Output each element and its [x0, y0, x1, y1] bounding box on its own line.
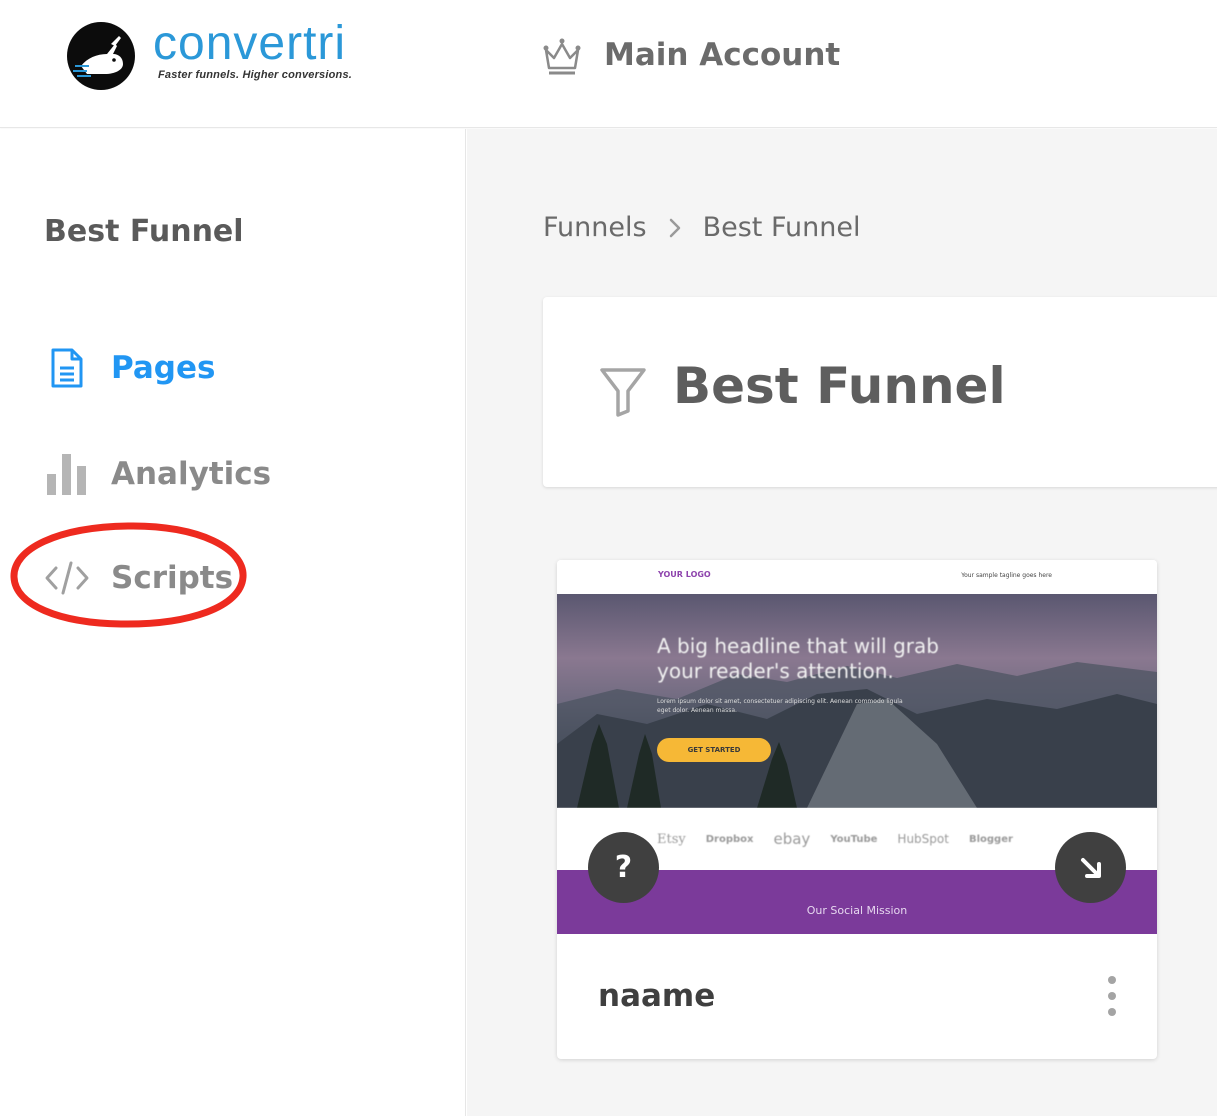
question-mark-icon: ? [614, 850, 633, 885]
brand-logo: ebay [773, 830, 811, 848]
thumbnail-subtext: Lorem ipsum dolor sit amet, consectetuer… [657, 698, 903, 714]
sidebar-item-label: Analytics [111, 456, 272, 492]
main-content: Funnels Best Funnel Best Funnel YOUR LOG… [467, 129, 1217, 1116]
brand-logo: Etsy [657, 831, 686, 847]
thumbnail-tagline: Your sample tagline goes here [961, 572, 1052, 579]
brand-logo: HubSpot [897, 832, 949, 846]
account-switcher[interactable]: Main Account [604, 37, 840, 73]
sidebar-funnel-name: Best Funnel [44, 214, 244, 249]
sidebar-item-label: Scripts [111, 560, 234, 596]
thumbnail-cta-button: GET STARTED [657, 738, 771, 762]
thumbnail-hero: A big headline that will grab your reade… [557, 594, 1157, 808]
filter-icon [599, 367, 647, 417]
page-card[interactable]: YOUR LOGO Your sample tagline goes here … [557, 560, 1157, 1059]
brand-logo: Dropbox [705, 833, 754, 845]
code-icon [44, 555, 90, 601]
sidebar: Best Funnel Pages Analytics Scripts [0, 129, 466, 1116]
more-options-icon[interactable] [1102, 976, 1122, 1016]
document-icon [44, 345, 90, 391]
breadcrumb-current: Best Funnel [702, 212, 861, 243]
brand-logo: Blogger [968, 833, 1013, 845]
top-header: convertri Faster funnels. Higher convers… [0, 0, 1217, 128]
breadcrumb-funnels-link[interactable]: Funnels [543, 212, 647, 243]
breadcrumb: Funnels Best Funnel [543, 212, 860, 243]
sidebar-item-analytics[interactable]: Analytics [44, 446, 271, 502]
thumbnail-top-bar: YOUR LOGO Your sample tagline goes here [557, 560, 1157, 594]
thumbnail-headline: A big headline that will grab your reade… [657, 634, 939, 683]
crown-icon [541, 36, 583, 76]
brand-logo: YouTube [830, 833, 878, 845]
arrow-down-right-icon [1080, 857, 1101, 878]
funnel-title-card: Best Funnel [543, 297, 1217, 487]
page-name: naame [598, 978, 716, 1014]
logo-tagline: Faster funnels. Higher conversions. [158, 69, 353, 81]
convertri-rabbit-logo-icon[interactable] [67, 22, 135, 90]
sidebar-item-pages[interactable]: Pages [44, 340, 215, 396]
sidebar-item-label: Pages [111, 350, 216, 386]
logo-wordmark[interactable]: convertri [153, 16, 346, 71]
help-button[interactable]: ? [588, 832, 659, 903]
sidebar-item-scripts[interactable]: Scripts [44, 550, 233, 606]
thumbnail-section-title: Our Social Mission [806, 904, 908, 917]
thumbnail-logo: YOUR LOGO [658, 570, 711, 579]
page-title: Best Funnel [673, 357, 1006, 415]
bar-chart-icon [44, 451, 90, 497]
open-page-button[interactable] [1055, 832, 1126, 903]
chevron-right-icon [669, 218, 681, 238]
